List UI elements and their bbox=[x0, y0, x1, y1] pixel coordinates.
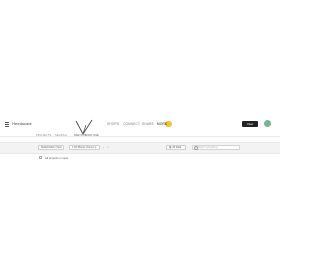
avatar[interactable] bbox=[264, 120, 271, 127]
search-icon bbox=[194, 146, 198, 150]
stakeholders-filter[interactable]: Stakeholders View bbox=[38, 145, 64, 150]
places-filter-label: 1 Fill Places chosen p bbox=[72, 146, 97, 149]
filter-icon: ▦ bbox=[169, 146, 172, 149]
menu-icon[interactable] bbox=[5, 122, 9, 127]
nav-item-share[interactable]: SHARE bbox=[142, 122, 154, 126]
logo-text: SKETCHBOOK ONE bbox=[74, 134, 99, 137]
chevron-down-icon[interactable]: ⌄ bbox=[102, 145, 105, 149]
stakeholders-filter-label: Stakeholders View bbox=[41, 146, 62, 149]
subnav-item-projects[interactable]: PROJECTS bbox=[36, 134, 51, 137]
all-data-filter[interactable]: ▦ All Data bbox=[166, 145, 186, 150]
view-button-label: View bbox=[246, 122, 254, 126]
list-label: All projects in view bbox=[45, 155, 69, 160]
nav-item-shops[interactable]: SHOPS bbox=[107, 122, 119, 126]
app-title: Heedscale bbox=[12, 121, 32, 126]
search-input[interactable]: Search something... bbox=[192, 145, 240, 150]
select-all-checkbox[interactable] bbox=[39, 156, 42, 159]
all-data-filter-label: All Data bbox=[172, 146, 182, 149]
close-icon[interactable]: × bbox=[107, 145, 109, 149]
nav-item-connect[interactable]: CONNECT bbox=[123, 122, 140, 126]
places-filter[interactable]: 1 Fill Places chosen p bbox=[69, 145, 100, 150]
subnav-item-search[interactable]: SEARCH bbox=[55, 134, 67, 137]
view-button[interactable]: View bbox=[242, 121, 258, 127]
nav-item-more[interactable]: MORE bbox=[157, 122, 167, 126]
